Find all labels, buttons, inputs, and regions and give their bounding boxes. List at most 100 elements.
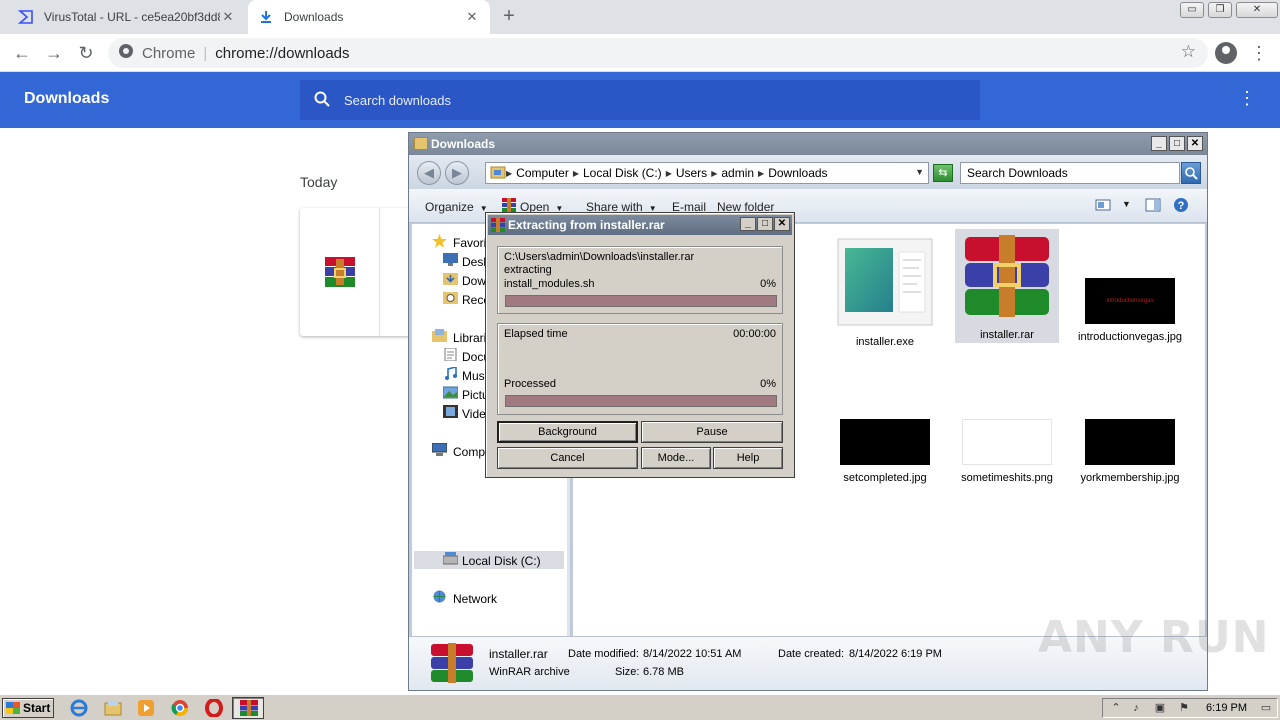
opera-icon[interactable]: [205, 698, 223, 718]
show-desktop-icon[interactable]: ▭: [1259, 702, 1273, 714]
close-tab-icon[interactable]: ✕: [220, 9, 236, 25]
windows-logo-icon: [6, 702, 20, 714]
search-placeholder: Search downloads: [344, 92, 451, 108]
explorer-titlebar[interactable]: Downloads _ □ ✕: [409, 133, 1207, 155]
profile-avatar-icon[interactable]: [1215, 42, 1237, 64]
address-bar[interactable]: Chrome | chrome://downloads ☆: [108, 38, 1208, 68]
omnibox-site: Chrome: [142, 44, 196, 62]
background-button[interactable]: Background: [497, 421, 638, 443]
winrar-large-icon: [955, 233, 1059, 322]
forward-arrow-icon[interactable]: ▶: [445, 161, 469, 185]
explorer-address-bar: ◀ ▶ ▶ Computer ▶ Local Disk (C:) ▶ Users…: [409, 155, 1207, 189]
network-tray-icon[interactable]: ▣: [1153, 702, 1167, 714]
address-dropdown-icon[interactable]: ▼: [915, 167, 924, 177]
system-tray: ⌃ ♪ ▣ ⚑ 6:19 PM ▭: [1102, 698, 1278, 718]
winrar-small-icon: [501, 197, 517, 213]
details-modified-label: Date modified:: [568, 648, 639, 660]
volume-icon[interactable]: ♪: [1129, 702, 1143, 714]
dialog-titlebar[interactable]: Extracting from installer.rar _ □ ✕: [488, 215, 792, 235]
file-item[interactable]: introductionvegas introductionvegas.jpg: [1078, 278, 1182, 344]
file-item[interactable]: yorkmembership.jpg: [1078, 419, 1182, 485]
search-icon[interactable]: [1181, 162, 1201, 184]
reload-button[interactable]: ↻: [74, 41, 98, 65]
help-icon[interactable]: ?: [1173, 197, 1189, 213]
nav-network[interactable]: Network: [453, 592, 563, 606]
breadcrumb[interactable]: ▶ Computer ▶ Local Disk (C:) ▶ Users ▶ a…: [485, 162, 929, 184]
virustotal-icon: [18, 9, 34, 25]
view-options-icon[interactable]: [1095, 197, 1111, 213]
details-created-label: Date created:: [778, 648, 845, 660]
preview-pane-icon[interactable]: [1145, 197, 1161, 213]
close-tab-icon[interactable]: ✕: [464, 9, 480, 25]
svg-text:?: ?: [1178, 200, 1185, 212]
new-tab-button[interactable]: +: [498, 5, 520, 27]
winrar-taskbar-button[interactable]: [232, 697, 264, 719]
restore-button[interactable]: ❐: [1208, 2, 1232, 18]
back-arrow-icon[interactable]: ◀: [417, 161, 441, 185]
breadcrumb-downloads[interactable]: Downloads: [768, 166, 827, 180]
mode-button[interactable]: Mode...: [641, 447, 711, 469]
breadcrumb-arrow-icon[interactable]: ▶: [711, 169, 717, 178]
breadcrumb-computer[interactable]: Computer: [516, 166, 569, 180]
file-percent: 0%: [760, 278, 776, 290]
file-item[interactable]: setcompleted.jpg: [833, 419, 937, 485]
organize-button[interactable]: Organize ▼: [425, 200, 488, 214]
processed-progress-bar: [505, 395, 777, 407]
forward-button[interactable]: →: [42, 41, 66, 65]
explorer-window-controls: _ □ ✕: [1149, 136, 1203, 151]
file-item[interactable]: sometimeshits.png: [955, 419, 1059, 485]
breadcrumb-arrow-icon[interactable]: ▶: [573, 169, 579, 178]
tab-downloads[interactable]: Downloads ✕: [248, 0, 490, 34]
details-file-type: WinRAR archive: [489, 666, 570, 678]
chrome-icon[interactable]: [171, 699, 189, 717]
maximize-button[interactable]: □: [757, 217, 773, 231]
explorer-search-input[interactable]: Search Downloads: [960, 162, 1180, 184]
file-explorer-icon[interactable]: [104, 699, 122, 717]
internet-explorer-icon[interactable]: [70, 699, 88, 717]
close-button[interactable]: ✕: [1187, 136, 1203, 151]
pause-button[interactable]: Pause: [641, 421, 783, 443]
search-icon: [314, 91, 330, 110]
download-icon: [258, 9, 274, 25]
help-button[interactable]: Help: [713, 447, 783, 469]
back-button[interactable]: ←: [10, 41, 34, 65]
download-file-icon-column: [300, 208, 380, 336]
close-button[interactable]: ✕: [774, 217, 790, 231]
minimize-button[interactable]: _: [1151, 136, 1167, 151]
view-dropdown-icon[interactable]: ▼: [1122, 199, 1131, 209]
processed-percent: 0%: [760, 378, 776, 390]
action-center-flag-icon[interactable]: ⚑: [1177, 702, 1191, 714]
media-player-icon[interactable]: [137, 699, 155, 717]
exe-thumbnail-icon: [833, 238, 937, 329]
tab-virustotal[interactable]: VirusTotal - URL - ce5ea20bf3dd86a ✕: [8, 0, 246, 34]
breadcrumb-admin[interactable]: admin: [721, 166, 754, 180]
omnibox-url: chrome://downloads: [215, 44, 350, 62]
breadcrumb-arrow-icon[interactable]: ▶: [666, 169, 672, 178]
breadcrumb-arrow-icon[interactable]: ▶: [506, 169, 512, 178]
breadcrumb-arrow-icon[interactable]: ▶: [758, 169, 764, 178]
start-button[interactable]: Start: [2, 698, 54, 718]
show-hidden-icons-icon[interactable]: ⌃: [1109, 702, 1123, 714]
refresh-icon[interactable]: ⇆: [933, 164, 953, 182]
minimize-button[interactable]: _: [740, 217, 756, 231]
recent-places-icon: [443, 291, 458, 304]
dialog-title: Extracting from installer.rar: [508, 218, 665, 232]
browser-menu-button[interactable]: ⋮: [1250, 41, 1268, 65]
clock[interactable]: 6:19 PM: [1206, 702, 1247, 714]
breadcrumb-local-disk[interactable]: Local Disk (C:): [583, 166, 662, 180]
maximize-button[interactable]: □: [1169, 136, 1185, 151]
desktop-icon: [443, 253, 458, 266]
file-item[interactable]: installer.exe: [833, 238, 937, 349]
file-item-selected[interactable]: installer.rar: [955, 229, 1059, 343]
file-name: installer.exe: [855, 336, 915, 348]
downloads-search-input[interactable]: Search downloads: [300, 80, 980, 120]
image-thumbnail: [840, 419, 930, 465]
minimize-button[interactable]: ▭: [1180, 2, 1204, 18]
nav-local-disk[interactable]: Local Disk (C:): [462, 554, 562, 568]
bookmark-star-icon[interactable]: ☆: [1181, 42, 1196, 62]
cancel-button[interactable]: Cancel: [497, 447, 638, 469]
close-window-button[interactable]: ✕: [1236, 2, 1278, 18]
downloads-menu-button[interactable]: ⋮: [1238, 88, 1256, 112]
winrar-extract-dialog: Extracting from installer.rar _ □ ✕ C:\U…: [485, 212, 795, 478]
breadcrumb-users[interactable]: Users: [676, 166, 707, 180]
